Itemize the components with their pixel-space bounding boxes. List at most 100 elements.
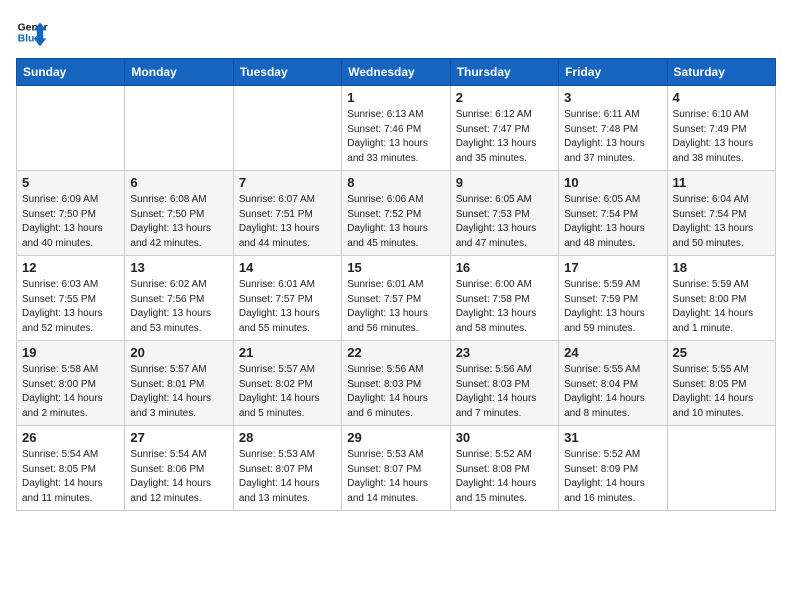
calendar-day-28: 28Sunrise: 5:53 AM Sunset: 8:07 PM Dayli… — [233, 426, 341, 511]
day-number: 4 — [673, 90, 770, 105]
calendar-empty-cell — [667, 426, 775, 511]
day-info: Sunrise: 5:52 AM Sunset: 8:09 PM Dayligh… — [564, 448, 661, 506]
day-info: Sunrise: 6:01 AM Sunset: 7:57 PM Dayligh… — [347, 278, 444, 336]
calendar-day-18: 18 Sunrise: 5:59 AM Sunset: 8:00 PM Dayli… — [667, 256, 775, 341]
day-number: 3 — [564, 90, 661, 105]
day-number: 31 — [564, 430, 661, 445]
calendar-day-27: 27 Sunrise: 5:54 AM Sunset: 8:06 PM Dayli… — [125, 426, 233, 511]
day-number: 9 — [456, 175, 553, 190]
calendar-day-11: 11 Sunrise: 6:04 AM Sunset: 7:54 PM Dayli… — [667, 171, 775, 256]
calendar-day-12: 12 Sunrise: 6:03 AM Sunset: 7:55 PM Dayli… — [17, 256, 125, 341]
calendar-day-24: 24 Sunrise: 5:55 AM Sunset: 8:04 PM Dayli… — [559, 341, 667, 426]
day-number: 29 — [347, 430, 444, 445]
day-number: 11 — [673, 175, 770, 190]
calendar-day-14: 14 Sunrise: 6:01 AM Sunset: 7:57 PM Dayli… — [233, 256, 341, 341]
calendar-day-26: 26 Sunrise: 5:54 AM Sunset: 8:05 PM Dayli… — [17, 426, 125, 511]
calendar-day-29: 29 Sunrise: 5:53 AM Sunset: 8:07 PM Dayli… — [342, 426, 450, 511]
day-info: Sunrise: 6:08 AM Sunset: 7:50 PM Dayligh… — [130, 193, 227, 251]
day-number: 8 — [347, 175, 444, 190]
day-number: 15 — [347, 260, 444, 275]
day-info: Sunrise: 5:53 AM Sunset: 8:07 PM Dayligh… — [347, 448, 444, 506]
calendar-week-4: 19Sunrise: 5:58 AM Sunset: 8:00 PM Dayli… — [17, 341, 776, 426]
weekday-header-friday: Friday — [559, 59, 667, 86]
calendar-day-4: 4 Sunrise: 6:10 AM Sunset: 7:49 PM Daylig… — [667, 86, 775, 171]
day-number: 26 — [22, 430, 119, 445]
weekday-header-monday: Monday — [125, 59, 233, 86]
day-info: Sunrise: 6:04 AM Sunset: 7:54 PM Dayligh… — [673, 193, 770, 251]
day-info: Sunrise: 5:57 AM Sunset: 8:02 PM Dayligh… — [239, 363, 336, 421]
calendar-day-19: 19Sunrise: 5:58 AM Sunset: 8:00 PM Dayli… — [17, 341, 125, 426]
weekday-header-tuesday: Tuesday — [233, 59, 341, 86]
day-number: 24 — [564, 345, 661, 360]
weekday-header-saturday: Saturday — [667, 59, 775, 86]
day-info: Sunrise: 5:55 AM Sunset: 8:05 PM Dayligh… — [673, 363, 770, 421]
day-number: 16 — [456, 260, 553, 275]
calendar-day-13: 13Sunrise: 6:02 AM Sunset: 7:56 PM Dayli… — [125, 256, 233, 341]
calendar-empty-cell — [17, 86, 125, 171]
day-info: Sunrise: 6:12 AM Sunset: 7:47 PM Dayligh… — [456, 108, 553, 166]
day-info: Sunrise: 5:54 AM Sunset: 8:06 PM Dayligh… — [130, 448, 227, 506]
logo-icon: General Blue — [16, 16, 48, 48]
day-number: 14 — [239, 260, 336, 275]
calendar-week-5: 26 Sunrise: 5:54 AM Sunset: 8:05 PM Dayli… — [17, 426, 776, 511]
calendar-day-8: 8 Sunrise: 6:06 AM Sunset: 7:52 PM Daylig… — [342, 171, 450, 256]
day-number: 7 — [239, 175, 336, 190]
day-number: 1 — [347, 90, 444, 105]
day-info: Sunrise: 6:06 AM Sunset: 7:52 PM Dayligh… — [347, 193, 444, 251]
calendar-week-1: 1 Sunrise: 6:13 AM Sunset: 7:46 PM Daylig… — [17, 86, 776, 171]
day-info: Sunrise: 5:58 AM Sunset: 8:00 PM Dayligh… — [22, 363, 119, 421]
calendar-week-2: 5Sunrise: 6:09 AM Sunset: 7:50 PM Daylig… — [17, 171, 776, 256]
calendar-day-17: 17 Sunrise: 5:59 AM Sunset: 7:59 PM Dayli… — [559, 256, 667, 341]
weekday-header-wednesday: Wednesday — [342, 59, 450, 86]
calendar-week-3: 12 Sunrise: 6:03 AM Sunset: 7:55 PM Dayli… — [17, 256, 776, 341]
day-info: Sunrise: 6:00 AM Sunset: 7:58 PM Dayligh… — [456, 278, 553, 336]
day-info: Sunrise: 5:55 AM Sunset: 8:04 PM Dayligh… — [564, 363, 661, 421]
day-info: Sunrise: 5:54 AM Sunset: 8:05 PM Dayligh… — [22, 448, 119, 506]
day-info: Sunrise: 5:56 AM Sunset: 8:03 PM Dayligh… — [456, 363, 553, 421]
calendar-day-7: 7 Sunrise: 6:07 AM Sunset: 7:51 PM Daylig… — [233, 171, 341, 256]
day-number: 18 — [673, 260, 770, 275]
day-info: Sunrise: 6:02 AM Sunset: 7:56 PM Dayligh… — [130, 278, 227, 336]
day-number: 17 — [564, 260, 661, 275]
calendar-day-21: 21 Sunrise: 5:57 AM Sunset: 8:02 PM Dayli… — [233, 341, 341, 426]
day-info: Sunrise: 6:07 AM Sunset: 7:51 PM Dayligh… — [239, 193, 336, 251]
weekday-header-sunday: Sunday — [17, 59, 125, 86]
day-info: Sunrise: 6:11 AM Sunset: 7:48 PM Dayligh… — [564, 108, 661, 166]
page-header: General Blue — [16, 16, 776, 48]
calendar-day-23: 23Sunrise: 5:56 AM Sunset: 8:03 PM Dayli… — [450, 341, 558, 426]
day-number: 30 — [456, 430, 553, 445]
day-info: Sunrise: 5:53 AM Sunset: 8:07 PM Dayligh… — [239, 448, 336, 506]
day-info: Sunrise: 6:05 AM Sunset: 7:54 PM Dayligh… — [564, 193, 661, 251]
day-info: Sunrise: 6:05 AM Sunset: 7:53 PM Dayligh… — [456, 193, 553, 251]
day-number: 20 — [130, 345, 227, 360]
calendar-day-30: 30 Sunrise: 5:52 AM Sunset: 8:08 PM Dayli… — [450, 426, 558, 511]
calendar-day-10: 10 Sunrise: 6:05 AM Sunset: 7:54 PM Dayli… — [559, 171, 667, 256]
day-info: Sunrise: 5:59 AM Sunset: 8:00 PM Dayligh… — [673, 278, 770, 336]
day-info: Sunrise: 5:56 AM Sunset: 8:03 PM Dayligh… — [347, 363, 444, 421]
calendar-day-2: 2 Sunrise: 6:12 AM Sunset: 7:47 PM Daylig… — [450, 86, 558, 171]
day-info: Sunrise: 6:01 AM Sunset: 7:57 PM Dayligh… — [239, 278, 336, 336]
day-number: 2 — [456, 90, 553, 105]
day-info: Sunrise: 5:59 AM Sunset: 7:59 PM Dayligh… — [564, 278, 661, 336]
weekday-header-thursday: Thursday — [450, 59, 558, 86]
calendar-empty-cell — [233, 86, 341, 171]
day-number: 27 — [130, 430, 227, 445]
calendar-day-5: 5Sunrise: 6:09 AM Sunset: 7:50 PM Daylig… — [17, 171, 125, 256]
day-info: Sunrise: 6:03 AM Sunset: 7:55 PM Dayligh… — [22, 278, 119, 336]
day-number: 22 — [347, 345, 444, 360]
day-info: Sunrise: 6:09 AM Sunset: 7:50 PM Dayligh… — [22, 193, 119, 251]
calendar-empty-cell — [125, 86, 233, 171]
calendar-day-31: 31 Sunrise: 5:52 AM Sunset: 8:09 PM Dayli… — [559, 426, 667, 511]
day-number: 12 — [22, 260, 119, 275]
day-number: 10 — [564, 175, 661, 190]
day-info: Sunrise: 5:52 AM Sunset: 8:08 PM Dayligh… — [456, 448, 553, 506]
day-info: Sunrise: 6:13 AM Sunset: 7:46 PM Dayligh… — [347, 108, 444, 166]
calendar-table: SundayMondayTuesdayWednesdayThursdayFrid… — [16, 58, 776, 511]
calendar-header-row: SundayMondayTuesdayWednesdayThursdayFrid… — [17, 59, 776, 86]
day-info: Sunrise: 6:10 AM Sunset: 7:49 PM Dayligh… — [673, 108, 770, 166]
calendar-day-3: 3 Sunrise: 6:11 AM Sunset: 7:48 PM Daylig… — [559, 86, 667, 171]
day-number: 21 — [239, 345, 336, 360]
logo: General Blue — [16, 16, 48, 48]
calendar-day-1: 1 Sunrise: 6:13 AM Sunset: 7:46 PM Daylig… — [342, 86, 450, 171]
calendar-day-6: 6Sunrise: 6:08 AM Sunset: 7:50 PM Daylig… — [125, 171, 233, 256]
